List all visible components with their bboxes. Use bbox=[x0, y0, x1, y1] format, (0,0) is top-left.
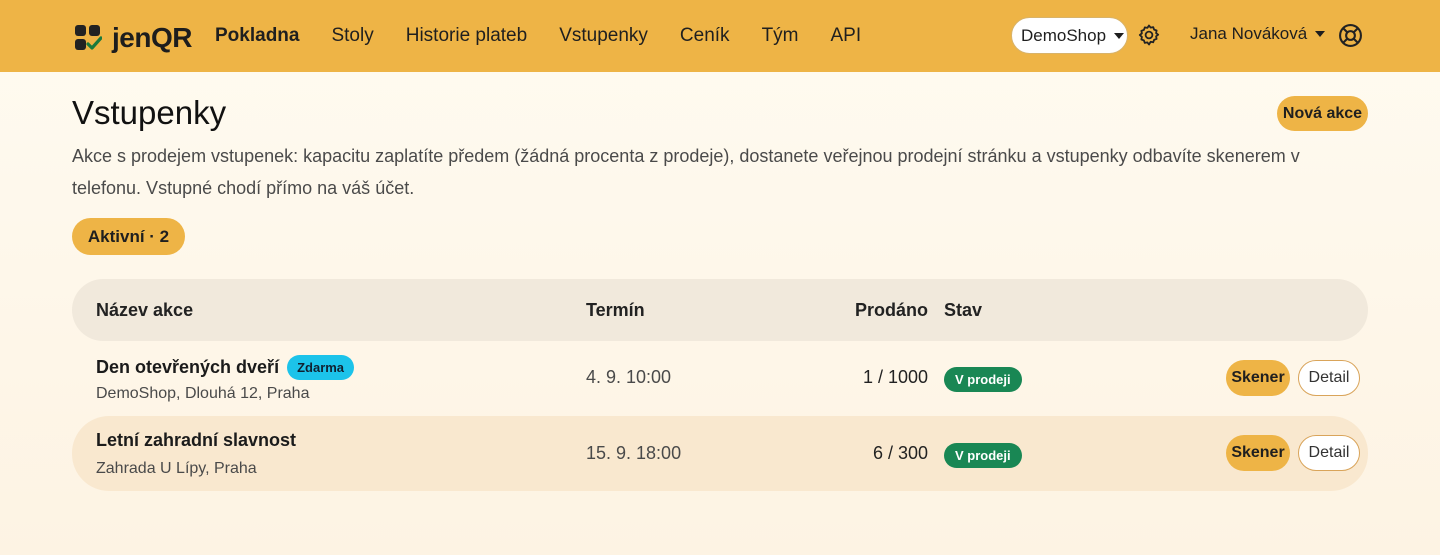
event-name: Den otevřených dveří Zdarma bbox=[96, 355, 355, 380]
column-header-status: Stav bbox=[944, 300, 983, 320]
status-badge: V prodeji bbox=[944, 443, 1022, 468]
gear-icon[interactable] bbox=[1137, 23, 1161, 47]
page-title: Vstupenky bbox=[72, 94, 227, 131]
scanner-button[interactable]: Skener bbox=[1226, 360, 1290, 396]
nav-item-cenik[interactable]: Ceník bbox=[680, 25, 730, 47]
detail-button[interactable]: Detail bbox=[1298, 360, 1360, 396]
page-description: Akce s prodejem vstupenek: kapacitu zapl… bbox=[72, 146, 1300, 198]
shop-selector-value: DemoShop bbox=[1021, 25, 1107, 45]
table-header: Název akce Termín Prodáno Stav bbox=[72, 279, 1368, 341]
caret-down-icon bbox=[1114, 32, 1125, 39]
caret-down-icon bbox=[1315, 31, 1326, 37]
nav-item-tym[interactable]: Tým bbox=[762, 25, 799, 47]
nav-item-historie-plateb[interactable]: Historie plateb bbox=[406, 25, 527, 47]
main-nav: Pokladna Stoly Historie plateb Vstupenky… bbox=[215, 0, 893, 72]
event-name-text: Letní zahradní slavnost bbox=[96, 430, 297, 450]
column-header-name: Název akce bbox=[96, 300, 194, 320]
event-date: 4. 9. 10:00 bbox=[586, 367, 672, 387]
event-place: Zahrada U Lípy, Praha bbox=[96, 460, 257, 477]
nav-item-pokladna[interactable]: Pokladna bbox=[215, 25, 299, 47]
nav-item-api[interactable]: API bbox=[831, 25, 862, 47]
brand-name: jenQR bbox=[112, 22, 192, 53]
table-row: Den otevřených dveří Zdarma DemoShop, Dl… bbox=[72, 341, 1368, 416]
event-sold: 1 / 1000 bbox=[862, 367, 928, 387]
filter-active-pill[interactable]: Aktivní · 2 bbox=[72, 218, 185, 255]
detail-button[interactable]: Detail bbox=[1298, 435, 1360, 471]
free-badge: Zdarma bbox=[287, 355, 355, 380]
event-name-text: Den otevřených dveří bbox=[96, 357, 280, 377]
nav-item-vstupenky[interactable]: Vstupenky bbox=[559, 25, 648, 47]
column-header-sold: Prodáno bbox=[854, 300, 928, 320]
grid-check-logo-icon bbox=[75, 25, 102, 50]
column-header-date: Termín bbox=[586, 300, 645, 320]
top-navbar: jenQR Pokladna Stoly Historie plateb Vst… bbox=[0, 0, 1440, 72]
event-sold: 6 / 300 bbox=[872, 443, 928, 463]
lifebuoy-icon[interactable] bbox=[1338, 23, 1363, 48]
scanner-button[interactable]: Skener bbox=[1226, 435, 1290, 471]
shop-selector[interactable]: DemoShop bbox=[1011, 17, 1128, 54]
event-place: DemoShop, Dlouhá 12, Praha bbox=[96, 385, 310, 402]
event-name: Letní zahradní slavnost bbox=[96, 430, 296, 451]
user-name: Jana Nováková bbox=[1190, 24, 1308, 43]
events-table: Název akce Termín Prodáno Stav Den otevř… bbox=[72, 279, 1368, 491]
brand[interactable]: jenQR bbox=[74, 22, 192, 54]
event-date: 15. 9. 18:00 bbox=[586, 443, 682, 463]
new-event-button[interactable]: Nová akce bbox=[1277, 96, 1368, 131]
table-row: Letní zahradní slavnost Zahrada U Lípy, … bbox=[72, 416, 1368, 491]
status-badge: V prodeji bbox=[944, 367, 1022, 392]
user-menu[interactable]: Jana Nováková bbox=[1190, 24, 1326, 44]
nav-item-stoly[interactable]: Stoly bbox=[331, 25, 373, 47]
